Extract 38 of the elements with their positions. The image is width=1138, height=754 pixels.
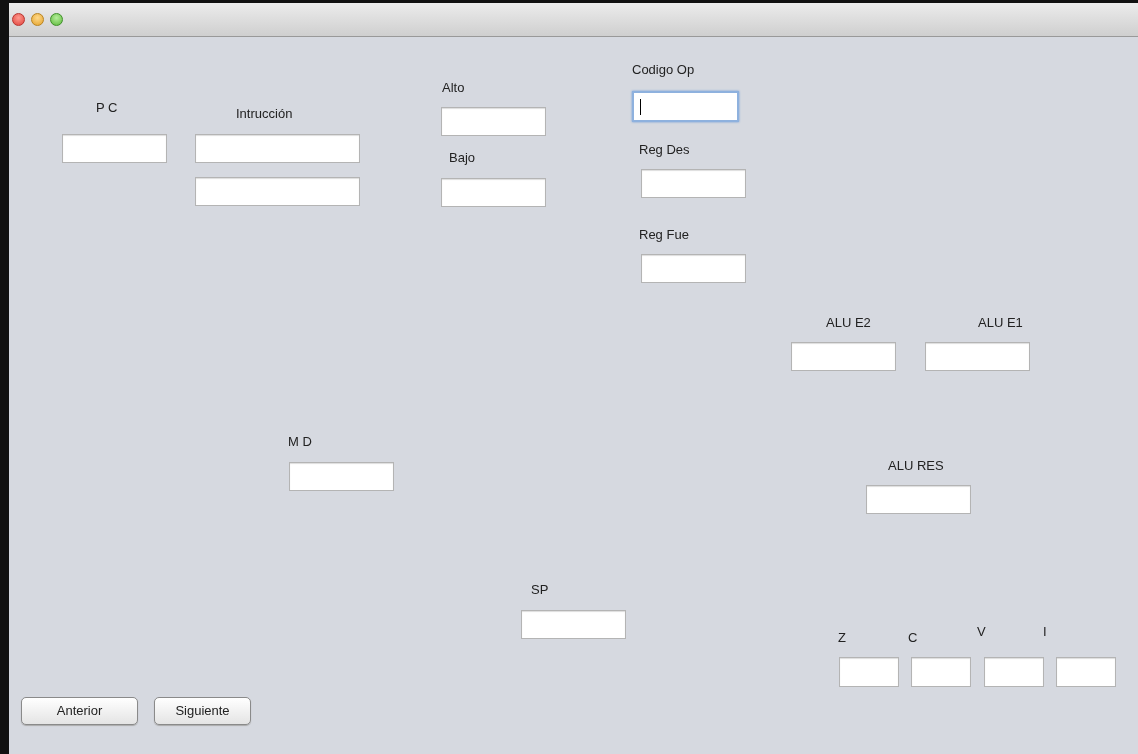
nav-button[interactable]: Anterior [21, 697, 138, 725]
text-field[interactable] [441, 107, 546, 136]
field-label: SP [531, 582, 549, 598]
field-label: Reg Fue [639, 227, 689, 243]
close-window-button[interactable] [12, 13, 25, 26]
text-field[interactable] [911, 657, 971, 687]
field-label: Z [838, 630, 846, 646]
field-label: P C [96, 100, 118, 116]
text-field[interactable] [925, 342, 1030, 371]
text-field[interactable] [1056, 657, 1116, 687]
field-label: M D [288, 434, 312, 450]
field-label: C [908, 630, 918, 646]
field-label: ALU RES [888, 458, 944, 474]
zoom-window-button[interactable] [50, 13, 63, 26]
text-field[interactable] [984, 657, 1044, 687]
text-field[interactable] [866, 485, 971, 514]
text-field[interactable] [791, 342, 896, 371]
text-field[interactable] [521, 610, 626, 639]
field-label: ALU E1 [978, 315, 1023, 331]
text-field[interactable] [195, 177, 360, 206]
text-field[interactable] [641, 254, 746, 283]
field-label: V [977, 624, 986, 640]
field-label: Alto [442, 80, 465, 96]
field-label: I [1043, 624, 1047, 640]
text-field[interactable] [289, 462, 394, 491]
field-label: ALU E2 [826, 315, 871, 331]
text-field[interactable] [641, 169, 746, 198]
field-label: Bajo [449, 150, 476, 166]
text-field[interactable] [195, 134, 360, 163]
field-label: Codigo Op [632, 62, 695, 78]
text-field[interactable] [632, 91, 739, 122]
text-field[interactable] [62, 134, 167, 163]
nav-button[interactable]: Siguiente [154, 697, 251, 725]
minimize-window-button[interactable] [31, 13, 44, 26]
text-field[interactable] [839, 657, 899, 687]
field-label: Reg Des [639, 142, 690, 158]
field-label: Intrucción [236, 106, 293, 122]
text-field[interactable] [441, 178, 546, 207]
